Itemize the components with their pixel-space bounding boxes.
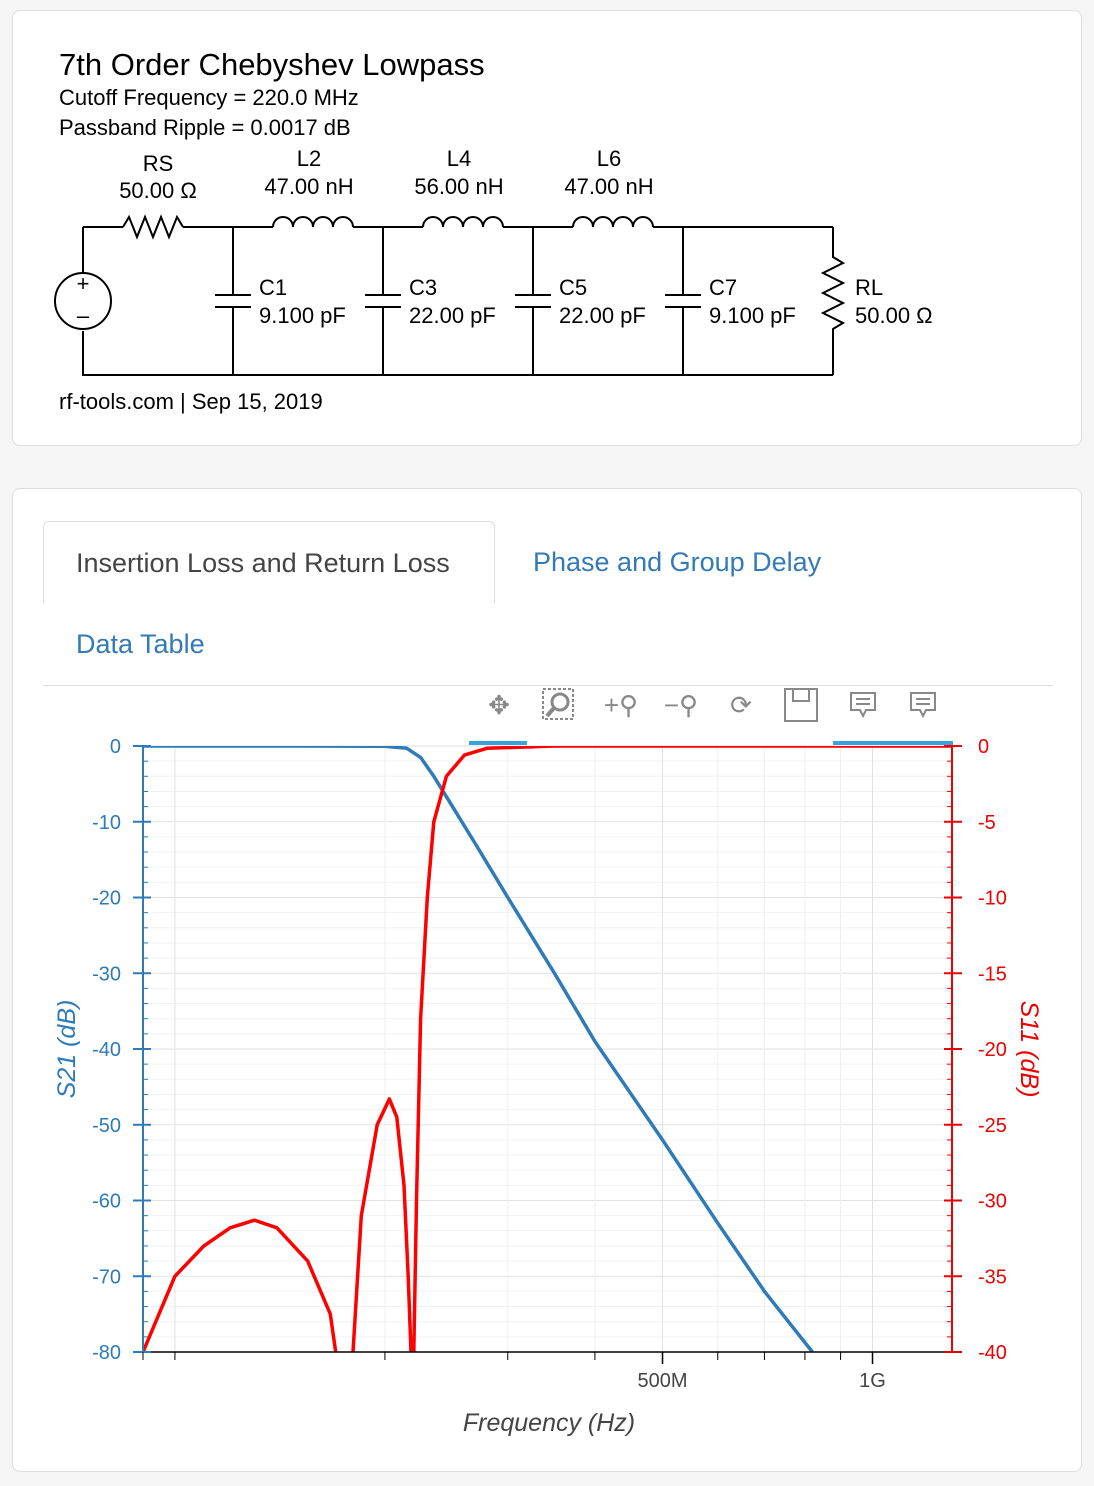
- x-axis-title: Frequency (Hz): [463, 1409, 635, 1437]
- left-tick-label: 0: [110, 736, 121, 758]
- c3-label: C3: [409, 275, 437, 300]
- rs-value: 50.00 Ω: [119, 178, 197, 203]
- right-tick-label: -25: [978, 1115, 1007, 1137]
- chart-grid: [142, 745, 952, 1353]
- rl-value: 50.00 Ω: [855, 303, 933, 328]
- l4-value: 56.00 nH: [414, 174, 503, 199]
- right-tick-label: -5: [978, 812, 996, 834]
- schematic-card: 7th Order Chebyshev Lowpass Cutoff Frequ…: [12, 10, 1082, 446]
- rs-label: RS: [143, 151, 174, 176]
- left-tick-label: -80: [92, 1342, 121, 1364]
- left-tick-label: -40: [92, 1039, 121, 1061]
- rl-resistor: [820, 227, 846, 375]
- right-tick-label: -20: [978, 1039, 1007, 1061]
- schematic-diagram: + – RS 50.00 Ω L2 47.00 nH L4 56.00 nH L…: [54, 146, 933, 376]
- c1-value: 9.100 pF: [259, 303, 346, 328]
- x-tick-label: 1G: [859, 1370, 886, 1392]
- rl-label: RL: [855, 275, 883, 300]
- source-minus: –: [77, 303, 90, 328]
- l2-value: 47.00 nH: [264, 174, 353, 199]
- c7-capacitor: [665, 227, 701, 375]
- left-tick-label: -60: [92, 1191, 121, 1213]
- l6-value: 47.00 nH: [564, 174, 653, 199]
- left-tick-label: -30: [92, 963, 121, 985]
- x-tick-label: 500M: [638, 1370, 688, 1392]
- c5-value: 22.00 pF: [559, 303, 646, 328]
- left-tick-label: -20: [92, 888, 121, 910]
- rs-resistor: [122, 214, 184, 240]
- right-tick-label: -10: [978, 888, 1007, 910]
- right-tick-label: -35: [978, 1266, 1007, 1288]
- left-tick-label: -70: [92, 1266, 121, 1288]
- c1-capacitor: [215, 227, 251, 375]
- l2-label: L2: [297, 146, 321, 171]
- c5-label: C5: [559, 275, 587, 300]
- source-plus: +: [77, 271, 90, 296]
- left-tick-label: -50: [92, 1115, 121, 1137]
- left-axis-title: S21 (dB): [53, 1000, 81, 1099]
- c5-capacitor: [515, 227, 551, 375]
- c7-label: C7: [709, 275, 737, 300]
- right-tick-label: -40: [978, 1342, 1007, 1364]
- l2-inductor: [272, 216, 354, 228]
- chart-plot[interactable]: 0 -10 -20 -30 -40 -50 -60 -70 -80 0 -5 -10 -15 -20 -25…: [13, 489, 1081, 1471]
- c3-capacitor: [365, 227, 401, 375]
- l6-inductor: [572, 216, 654, 228]
- l4-inductor: [422, 216, 504, 228]
- c7-value: 9.100 pF: [709, 303, 796, 328]
- c1-label: C1: [259, 275, 287, 300]
- l4-label: L4: [447, 146, 471, 171]
- right-tick-label: -30: [978, 1191, 1007, 1213]
- footer-credit: rf-tools.com | Sep 15, 2019: [59, 389, 323, 414]
- right-tick-label: 0: [978, 736, 989, 758]
- l6-label: L6: [597, 146, 621, 171]
- right-tick-label: -15: [978, 963, 1007, 985]
- chart-card: Insertion Loss and Return Loss Phase and…: [12, 488, 1082, 1472]
- c3-value: 22.00 pF: [409, 303, 496, 328]
- left-tick-label: -10: [92, 812, 121, 834]
- right-axis-title: S11 (dB): [1015, 1001, 1043, 1098]
